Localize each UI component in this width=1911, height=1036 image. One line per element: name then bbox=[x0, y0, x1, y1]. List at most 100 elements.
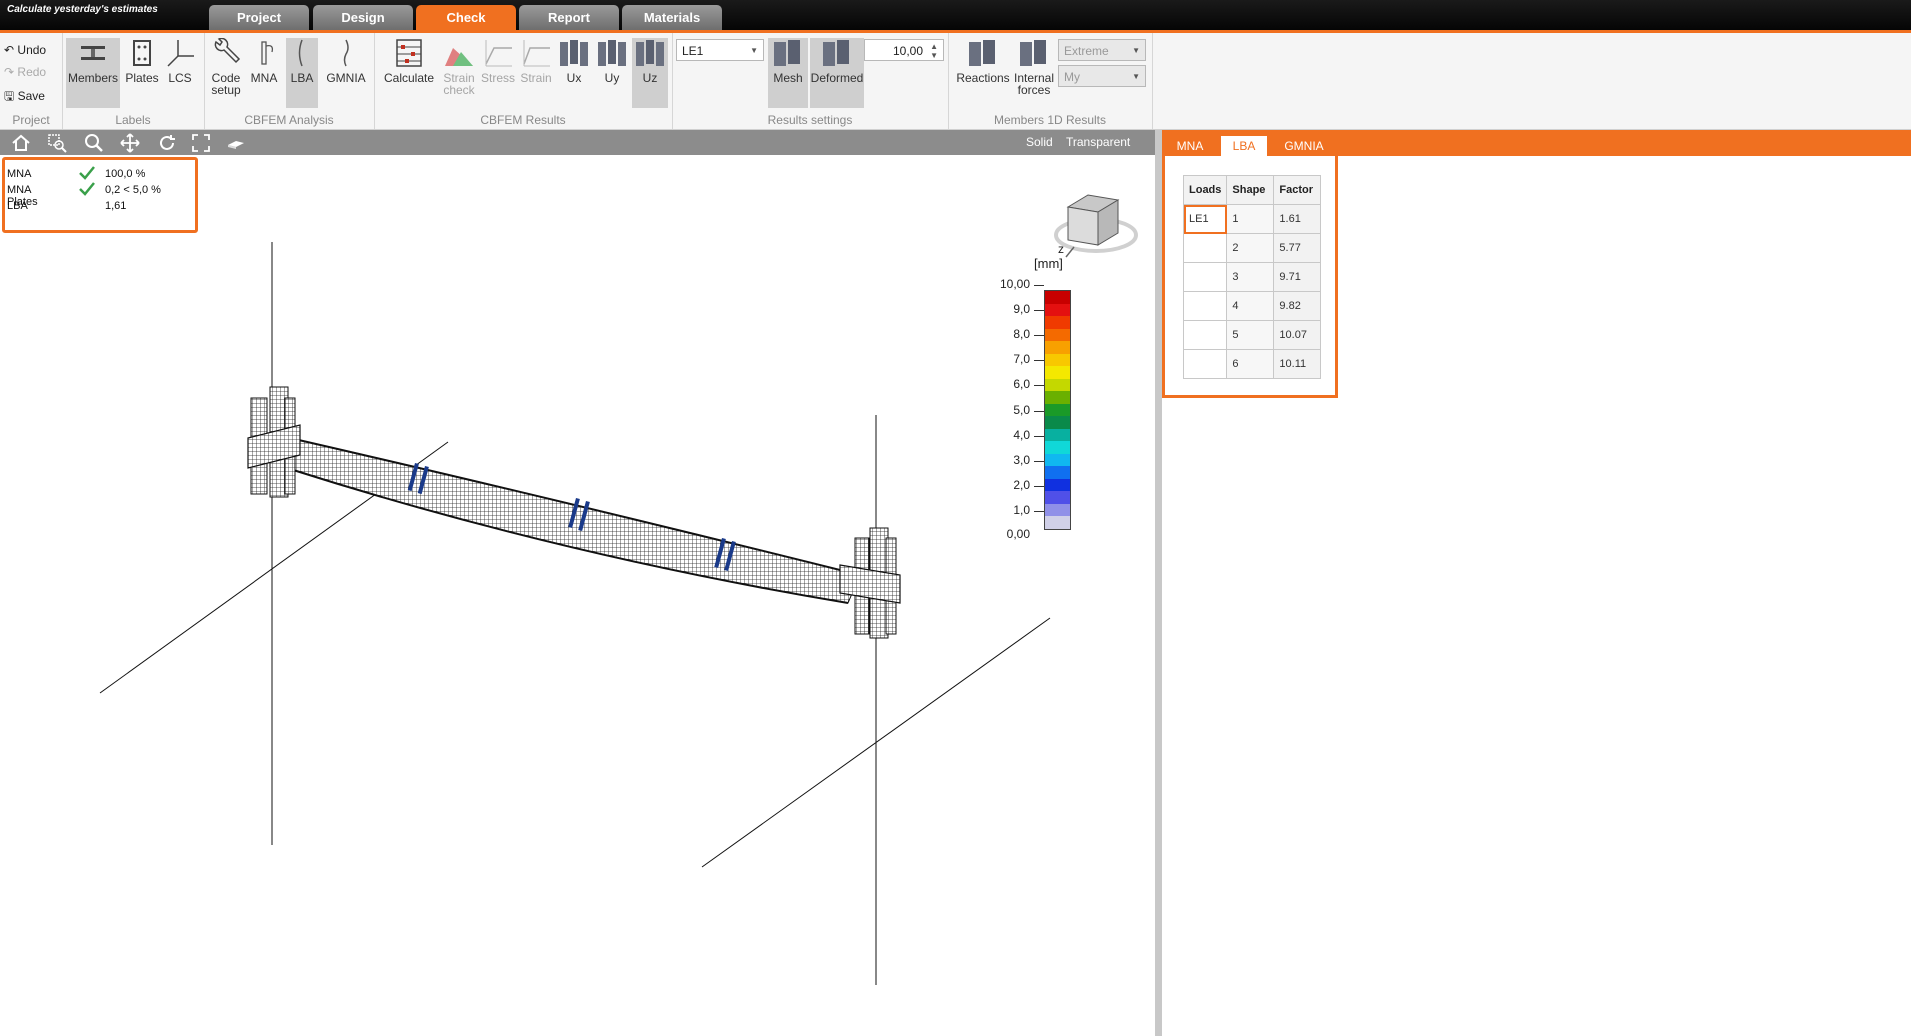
uz-button[interactable]: Uz bbox=[632, 38, 668, 108]
shape-cell[interactable]: 5 bbox=[1226, 320, 1275, 350]
factor-cell[interactable]: 10.07 bbox=[1273, 320, 1322, 350]
dropdown-arrow-icon: ▼ bbox=[1132, 72, 1140, 81]
uy-deformation-icon bbox=[598, 40, 626, 66]
deformed-button[interactable]: Deformed bbox=[810, 38, 864, 108]
gmnia-button[interactable]: GMNIA bbox=[324, 38, 368, 84]
legend-color-segment bbox=[1045, 366, 1070, 380]
solid-mode-button[interactable]: Solid bbox=[1026, 135, 1053, 149]
stepper-down-icon[interactable]: ▼ bbox=[930, 45, 938, 67]
reactions-icon bbox=[969, 40, 995, 66]
transparent-mode-button[interactable]: Transparent bbox=[1066, 135, 1130, 149]
internal-forces-button[interactable]: Internal forces bbox=[1012, 38, 1056, 96]
undo-button[interactable]: ↶ Undo bbox=[4, 43, 46, 57]
rotate-icon[interactable] bbox=[157, 133, 177, 153]
legend-axis-label: z bbox=[1058, 242, 1064, 256]
load-cell[interactable]: LE1 bbox=[1182, 204, 1228, 234]
extreme-select[interactable]: Extreme ▼ bbox=[1058, 39, 1146, 61]
home-icon[interactable] bbox=[11, 133, 31, 153]
plates-icon bbox=[133, 40, 151, 66]
calculate-button[interactable]: Calculate bbox=[382, 38, 436, 84]
stress-curve-icon bbox=[485, 40, 512, 67]
stress-button[interactable]: Stress bbox=[480, 38, 516, 84]
lba-button[interactable]: LBA bbox=[286, 38, 318, 108]
lcs-button[interactable]: LCS bbox=[162, 38, 198, 84]
load-cell[interactable] bbox=[1182, 320, 1228, 350]
factor-cell[interactable]: 5.77 bbox=[1273, 233, 1322, 263]
tab-check[interactable]: Check bbox=[416, 5, 516, 30]
shape-cell[interactable]: 1 bbox=[1226, 204, 1275, 234]
deformation-scale-stepper[interactable]: 10,00 ▲ ▼ bbox=[864, 39, 944, 61]
load-cell[interactable] bbox=[1182, 262, 1228, 292]
zoom-window-icon[interactable] bbox=[47, 133, 67, 153]
plates-button[interactable]: Plates bbox=[124, 38, 160, 84]
legend-color-segment bbox=[1045, 303, 1070, 317]
table-row[interactable]: 3 9.71 bbox=[1182, 262, 1322, 292]
internal-forces-icon bbox=[1020, 40, 1046, 66]
shape-cell[interactable]: 3 bbox=[1226, 262, 1275, 292]
view-cube-icon[interactable] bbox=[226, 133, 246, 153]
factor-cell[interactable]: 9.71 bbox=[1273, 262, 1322, 292]
legend-color-segment bbox=[1045, 516, 1070, 530]
tab-mna-results[interactable]: MNA bbox=[1167, 136, 1213, 156]
strain-check-button[interactable]: Strain check bbox=[438, 38, 480, 96]
reactions-button[interactable]: Reactions bbox=[956, 38, 1010, 84]
group-label-results-settings: Results settings bbox=[767, 113, 853, 127]
load-case-select[interactable]: LE1 ▼ bbox=[676, 39, 764, 61]
group-label-members-1d: Members 1D Results bbox=[993, 113, 1107, 127]
shape-cell[interactable]: 4 bbox=[1226, 291, 1275, 321]
members-button[interactable]: Members bbox=[66, 38, 120, 108]
tab-project[interactable]: Project bbox=[209, 5, 309, 30]
legend-tick-label: 5,0 bbox=[1013, 402, 1030, 417]
navigation-cube[interactable] bbox=[1054, 194, 1138, 258]
table-row[interactable]: 4 9.82 bbox=[1182, 291, 1322, 321]
ux-button[interactable]: Ux bbox=[556, 38, 592, 84]
column-header-loads[interactable]: Loads bbox=[1182, 175, 1228, 205]
legend-tick-mark bbox=[1034, 410, 1044, 412]
panel-splitter[interactable] bbox=[1155, 130, 1162, 1036]
tab-lba-results[interactable]: LBA bbox=[1221, 136, 1267, 156]
legend-color-segment bbox=[1045, 378, 1070, 392]
legend-tick-label: 1,0 bbox=[1013, 503, 1030, 517]
code-setup-button[interactable]: Code setup bbox=[208, 38, 244, 96]
analysis-results-tabs: MNA LBA GMNIA bbox=[1162, 130, 1911, 156]
ribbon: ↶ Undo ↷ Redo 🖫 Save Project Members Pla… bbox=[0, 33, 1911, 130]
load-cell[interactable] bbox=[1182, 233, 1228, 263]
factor-cell[interactable]: 9.82 bbox=[1273, 291, 1322, 321]
right-column-mesh bbox=[839, 527, 901, 639]
tab-report[interactable]: Report bbox=[519, 5, 619, 30]
legend-tick-label: 9,0 bbox=[1013, 302, 1030, 317]
tab-design[interactable]: Design bbox=[313, 5, 413, 30]
group-label-cbfem-results: CBFEM Results bbox=[480, 113, 566, 127]
strain-button[interactable]: Strain bbox=[518, 38, 554, 84]
strain-check-icon bbox=[445, 48, 473, 66]
column-header-shape[interactable]: Shape bbox=[1226, 175, 1275, 205]
model-canvas[interactable] bbox=[0, 155, 1155, 1036]
load-cell[interactable] bbox=[1182, 291, 1228, 321]
tab-materials[interactable]: Materials bbox=[622, 5, 722, 30]
pan-icon[interactable] bbox=[120, 133, 140, 153]
uy-button[interactable]: Uy bbox=[594, 38, 630, 84]
column-header-factor[interactable]: Factor bbox=[1273, 175, 1322, 205]
mesh-button[interactable]: Mesh bbox=[768, 38, 808, 108]
factor-cell[interactable]: 10.11 bbox=[1273, 349, 1322, 379]
group-labels: Members Plates LCS Labels bbox=[62, 33, 205, 129]
group-results-settings: LE1 ▼ 10,00 ▲ ▼ Mesh Deformed Results se… bbox=[672, 33, 949, 129]
zoom-icon[interactable] bbox=[84, 133, 104, 153]
table-row[interactable]: 6 10.11 bbox=[1182, 349, 1322, 379]
legend-color-segment bbox=[1045, 328, 1070, 342]
load-cell[interactable] bbox=[1182, 349, 1228, 379]
table-row[interactable]: LE1 1 1.61 bbox=[1182, 204, 1322, 234]
tab-gmnia-results[interactable]: GMNIA bbox=[1274, 136, 1334, 156]
factor-cell[interactable]: 1.61 bbox=[1273, 204, 1322, 234]
mna-button[interactable]: MNA bbox=[246, 38, 282, 84]
table-row[interactable]: 2 5.77 bbox=[1182, 233, 1322, 263]
redo-button[interactable]: ↷ Redo bbox=[4, 65, 46, 79]
force-component-select[interactable]: My ▼ bbox=[1058, 65, 1146, 87]
save-button[interactable]: 🖫 Save bbox=[4, 87, 45, 108]
legend-tick-mark bbox=[1034, 511, 1044, 512]
table-row[interactable]: 5 10.07 bbox=[1182, 320, 1322, 350]
shape-cell[interactable]: 2 bbox=[1226, 233, 1275, 263]
shape-cell[interactable]: 6 bbox=[1226, 349, 1275, 379]
fullscreen-icon[interactable] bbox=[191, 133, 211, 153]
model-viewport[interactable]: z [mm] 10,00 9,0 8,0 7,0 6,0 5,0 4,0 3,0 2,0 1,0 0… bbox=[0, 155, 1155, 1036]
